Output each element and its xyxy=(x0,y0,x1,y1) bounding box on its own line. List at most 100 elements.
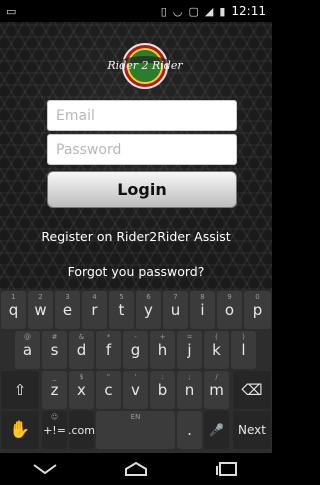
key-m[interactable]: / m xyxy=(204,371,229,409)
back-icon xyxy=(33,464,57,475)
key-y[interactable]: 6y xyxy=(136,291,161,329)
key-hint: / xyxy=(215,373,218,381)
symbols-key[interactable]: ☺ +!= xyxy=(42,411,67,449)
key-hint: $ xyxy=(79,373,84,381)
signal-icon: ◢ xyxy=(204,4,214,18)
key-label: y xyxy=(144,301,153,319)
status-bar: ▭ ▯ ◡ ▢ ◢ ▮ 12:11 xyxy=(0,0,272,22)
status-time: 12:11 xyxy=(231,4,266,18)
backspace-key[interactable]: ⌫ xyxy=(233,371,271,409)
key-hint: _ xyxy=(52,373,57,381)
key-hint: 7 xyxy=(173,293,178,301)
key-s[interactable]: # s xyxy=(42,331,67,369)
key-hint: 3 xyxy=(65,293,70,301)
register-link[interactable]: Register on Rider2Rider Assist xyxy=(0,229,272,244)
home-button[interactable] xyxy=(116,457,156,481)
key-hint: ) xyxy=(242,333,245,341)
key-label: v xyxy=(131,381,140,399)
key-u[interactable]: 7u xyxy=(163,291,188,329)
key-g[interactable]: -g xyxy=(123,331,148,369)
home-icon xyxy=(124,461,147,476)
key-b[interactable]: :b xyxy=(150,371,175,409)
shift-key[interactable]: ⇧ xyxy=(1,371,39,409)
microphone-icon: 🎤 xyxy=(209,423,224,437)
key-label: z xyxy=(50,381,59,399)
key-hint: ( xyxy=(215,333,218,341)
key-label: e xyxy=(62,301,73,319)
key-label: q xyxy=(8,301,19,319)
key-label: g xyxy=(130,341,141,359)
recents-button[interactable] xyxy=(207,457,247,481)
key-w[interactable]: 2w xyxy=(28,291,53,329)
key-hint: - xyxy=(134,333,137,341)
swipe-key[interactable]: ✋ xyxy=(1,411,39,449)
key-p[interactable]: 0p xyxy=(244,291,271,329)
key-k[interactable]: (k xyxy=(204,331,229,369)
next-key[interactable]: Next xyxy=(233,411,271,449)
key-label: x xyxy=(77,381,86,399)
key-z[interactable]: _ z xyxy=(42,371,67,409)
forgot-password-link[interactable]: Forgot you password? xyxy=(0,264,272,279)
key-hint: * xyxy=(106,333,111,341)
password-field[interactable] xyxy=(47,134,237,165)
key-hint: ' xyxy=(134,373,137,381)
keyboard-row-3: ⇧ _ z $ x " c ' v :b ; n / m ⌫ xyxy=(0,371,272,411)
logo-text: Rider 2 Rider xyxy=(106,59,183,72)
key-label: w xyxy=(34,301,47,319)
language-label: EN xyxy=(130,413,141,421)
key-label: b xyxy=(157,381,168,399)
key-j[interactable]: = j xyxy=(177,331,202,369)
key-i[interactable]: 8i xyxy=(190,291,215,329)
com-key[interactable]: .com xyxy=(68,411,95,449)
key-hint: ; xyxy=(188,373,191,381)
key-e[interactable]: 3e xyxy=(55,291,80,329)
backspace-icon: ⌫ xyxy=(241,381,263,399)
key-d[interactable]: & d xyxy=(69,331,94,369)
emoji-icon: ☺ xyxy=(50,413,59,421)
key-label: s xyxy=(50,341,59,359)
key-hint: 6 xyxy=(146,293,151,301)
key-hint: & xyxy=(78,333,85,341)
key-x[interactable]: $ x xyxy=(69,371,94,409)
key-o[interactable]: 9o xyxy=(217,291,242,329)
key-hint: = xyxy=(186,333,193,341)
key-a[interactable]: @ a xyxy=(15,331,40,369)
key-label: Next xyxy=(238,423,266,437)
key-l[interactable]: ) l xyxy=(231,331,256,369)
key-q[interactable]: 1q xyxy=(1,291,26,329)
key-hint: 5 xyxy=(119,293,124,301)
key-t[interactable]: 5t xyxy=(109,291,134,329)
space-key[interactable]: EN xyxy=(96,411,175,449)
key-c[interactable]: " c xyxy=(96,371,121,409)
key-label: m xyxy=(209,381,224,399)
key-h[interactable]: + h xyxy=(150,331,175,369)
key-hint: 9 xyxy=(227,293,232,301)
key-label: k xyxy=(212,341,221,359)
key-hint: 8 xyxy=(200,293,205,301)
key-n[interactable]: ; n xyxy=(177,371,202,409)
login-button[interactable]: Login xyxy=(47,171,237,208)
keyboard-row-1: 1q 2w 3e 4r 5t 6y 7u 8i 9o 0p xyxy=(0,291,272,331)
email-field[interactable] xyxy=(47,100,237,131)
soft-keyboard: 1q 2w 3e 4r 5t 6y 7u 8i 9o 0p @ a # s & d *… xyxy=(0,290,272,453)
key-hint: 2 xyxy=(38,293,43,301)
key-label: o xyxy=(224,301,235,319)
key-label: d xyxy=(76,341,87,359)
key-label: u xyxy=(170,301,181,319)
key-f[interactable]: * f xyxy=(96,331,121,369)
back-button[interactable] xyxy=(25,457,65,481)
key-hint: : xyxy=(161,373,164,381)
keyboard-row-4: ✋ ☺ +!= .com EN . 🎤 Next xyxy=(0,411,272,451)
key-v[interactable]: ' v xyxy=(123,371,148,409)
microphone-key[interactable]: 🎤 xyxy=(204,411,229,449)
key-label: n xyxy=(184,381,195,399)
period-key[interactable]: . xyxy=(177,411,202,449)
key-label: j xyxy=(187,341,192,359)
keyboard-row-2: @ a # s & d * f -g + h = j (k ) l xyxy=(0,331,272,371)
key-label: p xyxy=(252,301,263,319)
key-hint: 4 xyxy=(92,293,97,301)
key-label: . xyxy=(187,421,192,439)
wifi-icon: ◡ xyxy=(172,4,183,18)
key-hint: + xyxy=(159,333,166,341)
key-r[interactable]: 4r xyxy=(82,291,107,329)
